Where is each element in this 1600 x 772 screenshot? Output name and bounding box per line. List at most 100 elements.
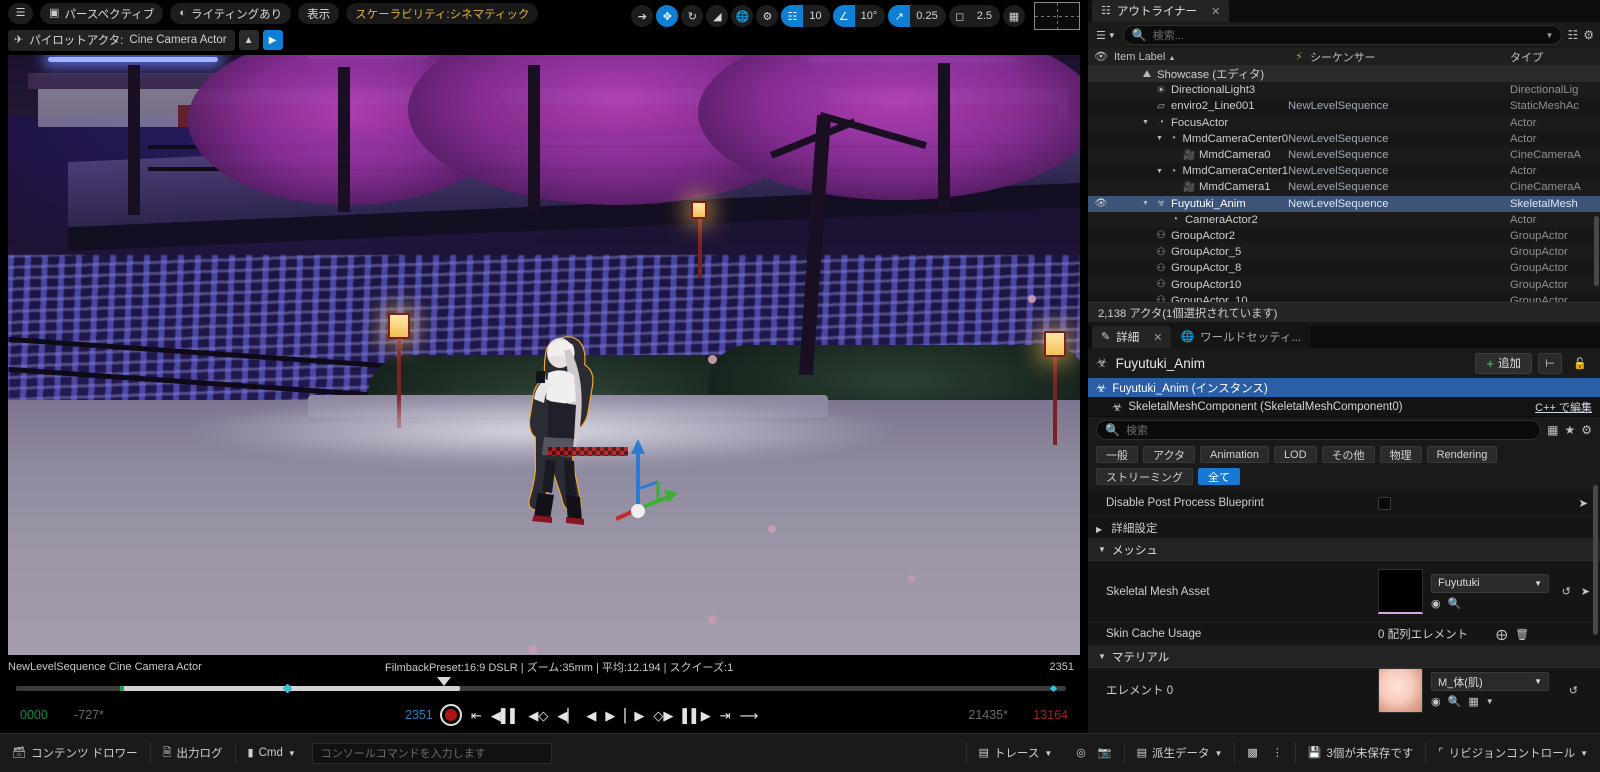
details-scrollbar[interactable] <box>1593 485 1598 635</box>
camera-settings-button[interactable]: ▶ <box>262 30 283 50</box>
unsaved-changes-button[interactable]: 💾 3個が未保存です <box>1296 734 1426 772</box>
cmd-dropdown[interactable]: ▮ Cmd ▼ <box>236 734 308 772</box>
viewport-scalability-button[interactable]: スケーラビリティ:シネマティック <box>346 3 539 24</box>
outliner-filter-button[interactable]: ☰ ▼ <box>1094 29 1118 42</box>
step-forward-icon[interactable]: ▏▶ <box>624 709 644 722</box>
column-sequencer[interactable]: シーケンサー <box>1310 49 1510 65</box>
jump-to-end-icon[interactable]: ⇥ <box>720 709 731 722</box>
edit-cpp-link[interactable]: C++ で編集 <box>1535 399 1592 415</box>
grid-snap-toggle[interactable]: ☷ <box>781 5 804 27</box>
tab-outliner[interactable]: ☷ アウトライナー ✕ <box>1092 0 1230 22</box>
loop-mode-icon[interactable]: ⟶ <box>740 709 759 722</box>
scale-snap-toggle[interactable]: ↗ <box>888 5 911 27</box>
favorite-star-icon[interactable]: ★ <box>1564 423 1575 437</box>
derived-data-button[interactable]: ▤ 派生データ ▼ <box>1125 734 1235 772</box>
outliner-row[interactable]: ▼ ◔ MmdCameraCenter1 NewLevelSequence Actor <box>1088 163 1600 179</box>
reset-to-default-icon[interactable]: ↺ <box>1562 585 1571 598</box>
reset-arrow-icon[interactable]: ➤ <box>1578 496 1588 510</box>
record-button[interactable] <box>440 704 462 726</box>
outliner-row[interactable]: ▼ ◔ FocusActor Actor <box>1088 114 1600 131</box>
details-filter-chip[interactable]: その他 <box>1321 446 1375 463</box>
scale-snap-group[interactable]: ↗ 0.25 <box>888 5 946 27</box>
details-filter-chip[interactable]: Rendering <box>1426 446 1498 463</box>
jump-to-start-icon[interactable]: ⇤ <box>471 709 482 722</box>
blueprint-edit-button[interactable]: ⊢ <box>1538 352 1562 374</box>
viewport-layout-button[interactable]: ▦ <box>1003 5 1025 27</box>
camera-speed-icon[interactable]: ◻ <box>949 5 971 27</box>
outliner-row[interactable]: ⚇ GroupActor2 GroupActor <box>1088 228 1600 244</box>
add-folder-icon[interactable]: ☷ <box>1567 28 1578 42</box>
details-search-input[interactable]: 🔍 検索 <box>1096 420 1542 440</box>
scrub-track[interactable] <box>16 683 1066 694</box>
checkbox[interactable] <box>1378 496 1391 510</box>
angle-snap-group[interactable]: ∠ 10° <box>832 5 886 27</box>
previous-section-icon[interactable]: ◀▌▌ <box>491 709 519 722</box>
close-icon[interactable]: ✕ <box>1153 331 1162 344</box>
stats-button[interactable]: ▩ <box>1235 734 1269 772</box>
outliner-row[interactable]: ⚇ GroupActor_5 GroupActor <box>1088 244 1600 261</box>
previous-key-icon[interactable]: ◀◇ <box>528 709 548 722</box>
select-tool-button[interactable]: ➔ <box>631 5 654 27</box>
browse-asset-icon[interactable]: 🔍 <box>1448 695 1462 708</box>
outliner-row[interactable]: ▱ enviro2_Line001 NewLevelSequence StaticMe… <box>1088 98 1600 114</box>
use-selected-asset-icon[interactable]: ◉ <box>1431 695 1441 708</box>
delete-array-icon[interactable]: 🗑 <box>1515 628 1529 641</box>
outliner-row[interactable]: ⚇ GroupActor_10 GroupActor <box>1088 293 1600 302</box>
viewport-perspective-button[interactable]: ▣ パースペクティブ <box>40 3 164 24</box>
details-filter-chip[interactable]: 全て <box>1198 468 1240 485</box>
chevron-down-icon[interactable]: ▼ <box>1546 31 1554 40</box>
outliner-scrollbar[interactable] <box>1594 216 1599 286</box>
expand-arrow-icon[interactable]: ▼ <box>1156 168 1164 175</box>
section-material[interactable]: ▼ マテリアル <box>1088 646 1600 668</box>
close-icon[interactable]: ✕ <box>1211 5 1220 18</box>
scrub-playhead[interactable] <box>437 677 451 686</box>
viewport-show-button[interactable]: 表示 <box>298 3 340 24</box>
details-filter-chip[interactable]: ストリーミング <box>1096 468 1193 485</box>
lock-details-button[interactable]: 🔓 <box>1568 353 1592 374</box>
add-component-button[interactable]: + 追加 <box>1475 352 1532 374</box>
viewport-lighting-button[interactable]: ◐ ライティングあり <box>170 3 292 24</box>
outliner-row[interactable]: ▼ ◔ MmdCameraCenter0 NewLevelSequence Actor <box>1088 131 1600 147</box>
expand-arrow-icon[interactable]: ▼ <box>1142 200 1151 207</box>
chevron-down-icon[interactable]: ▼ <box>1486 697 1494 706</box>
expand-arrow-icon[interactable]: ▼ <box>1142 119 1151 126</box>
add-array-element-icon[interactable]: ⨁ <box>1496 628 1507 641</box>
next-section-icon[interactable]: ▌▌▶ <box>682 709 710 722</box>
scale-tool-button[interactable]: ◢ <box>706 5 729 27</box>
browse-asset-icon[interactable]: 🔍 <box>1448 597 1462 610</box>
next-key-icon[interactable]: ◇▶ <box>653 709 673 722</box>
viewport-3d-scene[interactable] <box>8 55 1080 655</box>
outliner-row[interactable]: ⛰ Showcase (エディタ) <box>1088 66 1600 83</box>
gear-icon[interactable]: ⚙ <box>1583 28 1594 42</box>
column-type[interactable]: タイプ <box>1510 49 1600 65</box>
prop-advanced-settings[interactable]: ▶ 詳細設定 <box>1088 517 1600 539</box>
outliner-row[interactable]: 🎥 MmdCamera1 NewLevelSequence CineCameraA <box>1088 179 1600 196</box>
visibility-toggle-icon[interactable]: 👁 <box>1088 198 1114 209</box>
expand-arrow-icon[interactable]: ▼ <box>1156 135 1164 142</box>
output-log-button[interactable]: 🗎 出力ログ <box>151 734 235 772</box>
component-row-instance[interactable]: ☣ Fuyutuki_Anim (インスタンス) <box>1088 378 1600 397</box>
sequencer-scrub-bar[interactable] <box>0 677 1088 694</box>
pilot-actor-button[interactable]: ✈ パイロットアクタ: Cine Camera Actor <box>8 29 235 51</box>
outliner-search-input[interactable]: 🔍 検索... ▼ <box>1122 25 1563 45</box>
skeletal-mesh-thumbnail[interactable] <box>1378 569 1423 614</box>
columns-icon[interactable]: ▦ <box>1547 423 1558 437</box>
material-asset-dropdown[interactable]: M_体(肌) ▼ <box>1431 672 1549 691</box>
skeletal-mesh-asset-dropdown[interactable]: Fuyutuki ▼ <box>1431 573 1549 593</box>
section-mesh[interactable]: ▼ メッシュ <box>1088 539 1600 561</box>
transport-end-frame[interactable]: 13164 <box>1033 708 1068 722</box>
content-drawer-button[interactable]: 🗃 コンテンツ ドロワー <box>0 734 150 772</box>
outliner-row[interactable]: 👁 ▼ ☣ Fuyutuki_Anim NewLevelSequence Skeletal… <box>1088 195 1600 212</box>
camera-speed-group[interactable]: ◻ 2.5 <box>948 5 1000 27</box>
outliner-tree[interactable]: ⛰ Showcase (エディタ) ☀ DirectionalLight3 Direct… <box>1088 66 1600 302</box>
details-filter-chip[interactable]: 物理 <box>1379 446 1422 463</box>
details-filter-chip[interactable]: 一般 <box>1096 446 1138 463</box>
console-command-input[interactable]: コンソールコマンドを入力します <box>311 742 552 764</box>
outliner-row[interactable]: ◔ CameraActor2 Actor <box>1088 211 1600 228</box>
world-space-button[interactable]: 🌐 <box>731 5 754 27</box>
profiler-icon-button[interactable]: ◎ <box>1064 734 1098 772</box>
column-item-label[interactable]: Item Label ▲ <box>1114 51 1288 63</box>
outliner-row[interactable]: ⚇ GroupActor10 GroupActor <box>1088 276 1600 293</box>
bind-property-icon[interactable]: ➤ <box>1581 585 1590 598</box>
snapshot-icon-button[interactable]: 📷 <box>1098 734 1124 772</box>
